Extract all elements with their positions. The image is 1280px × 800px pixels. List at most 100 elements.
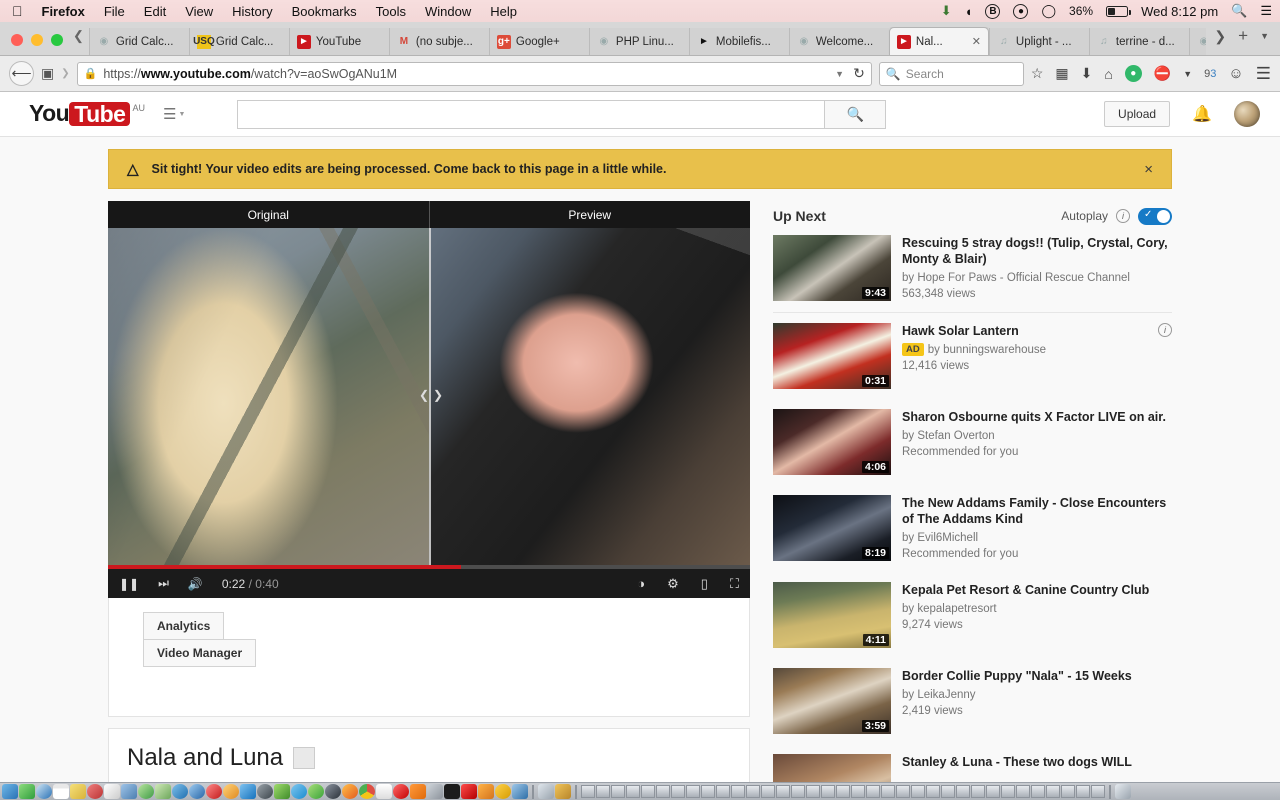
video-thumbnail[interactable]: 3:59	[773, 668, 891, 735]
drag-handle-right-icon[interactable]: ❯	[433, 388, 443, 402]
dock-icon-skype[interactable]	[206, 784, 222, 799]
dock-icon-chrome[interactable]	[359, 784, 375, 799]
minimized-window[interactable]	[896, 785, 910, 798]
minimized-window[interactable]	[806, 785, 820, 798]
minimized-window[interactable]	[926, 785, 940, 798]
list-item[interactable]: Stanley & Luna - These two dogs WILL	[773, 744, 1172, 782]
dock-icon-virtualbox[interactable]	[512, 784, 528, 799]
dock-icon-messages[interactable]	[223, 784, 239, 799]
hangouts-icon[interactable]: ●	[1013, 3, 1029, 19]
browser-tab[interactable]: ► Mobilefis...	[688, 28, 789, 55]
video-channel[interactable]: by Hope For Paws - Official Rescue Chann…	[902, 270, 1172, 286]
video-manager-button[interactable]: Video Manager	[143, 639, 257, 667]
autoplay-control[interactable]: Autoplay i ✓	[1061, 207, 1172, 225]
dock-icon-maps[interactable]	[155, 784, 171, 799]
dock-icon-documents-stack[interactable]	[555, 784, 571, 799]
dock-icon-safari[interactable]	[36, 784, 52, 799]
video-title[interactable]: The New Addams Family - Close Encounters…	[902, 495, 1172, 527]
minimized-window[interactable]	[791, 785, 805, 798]
minimized-window[interactable]	[956, 785, 970, 798]
bitcoin-icon[interactable]: B	[985, 3, 1001, 19]
list-item[interactable]: 4:06 Sharon Osbourne quits X Factor LIVE…	[773, 399, 1172, 485]
video-title[interactable]: Kepala Pet Resort & Canine Country Club	[902, 582, 1172, 598]
dock-icon-spotify[interactable]	[308, 784, 324, 799]
menu-bookmarks[interactable]: Bookmarks	[292, 4, 357, 19]
list-item[interactable]: 3:59 Border Collie Puppy "Nala" - 15 Wee…	[773, 658, 1172, 744]
macos-dock[interactable]	[0, 782, 1280, 800]
minimized-window[interactable]	[716, 785, 730, 798]
back-button[interactable]: ⟵	[9, 61, 34, 86]
menu-file[interactable]: File	[104, 4, 125, 19]
close-icon[interactable]: ×	[1144, 161, 1153, 178]
dock-icon-terminal[interactable]	[444, 784, 460, 799]
edit-title-box[interactable]	[293, 747, 316, 769]
volume-icon[interactable]: 🔊	[188, 577, 203, 591]
ad-info-icon[interactable]: i	[1158, 323, 1172, 338]
dock-icon-photos[interactable]	[87, 784, 103, 799]
extension-green-icon[interactable]: ●	[1124, 65, 1142, 82]
close-window-button[interactable]	[11, 34, 23, 46]
browser-tab[interactable]: ♫ Uplight - ...	[988, 28, 1089, 55]
dock-icon-reminders[interactable]	[104, 784, 120, 799]
browser-tab[interactable]: M (no subje...	[388, 28, 489, 55]
video-title[interactable]: Rescuing 5 stray dogs!! (Tulip, Crystal,…	[902, 235, 1172, 267]
video-channel[interactable]: by Evil6Michell	[902, 530, 1172, 546]
menu-tools[interactable]: Tools	[376, 4, 406, 19]
video-channel[interactable]: by LeikaJenny	[902, 687, 1172, 703]
dock-icon-filezilla[interactable]	[461, 784, 477, 799]
browser-tab[interactable]: ◉	[1188, 28, 1207, 55]
video-title[interactable]: Border Collie Puppy "Nala" - 15 Weeks	[902, 668, 1172, 684]
dock-icon-trash[interactable]	[1115, 784, 1131, 799]
minimized-window[interactable]	[776, 785, 790, 798]
minimized-window[interactable]	[701, 785, 715, 798]
video-thumbnail[interactable]: 8:19	[773, 495, 891, 562]
minimized-window[interactable]	[1046, 785, 1060, 798]
sidebar-icon[interactable]: ▦	[1055, 65, 1068, 82]
reader-view-icon[interactable]: ▣	[41, 65, 54, 82]
video-title[interactable]: Stanley & Luna - These two dogs WILL	[902, 754, 1172, 770]
minimize-window-button[interactable]	[31, 34, 43, 46]
minimized-window[interactable]	[686, 785, 700, 798]
upload-button[interactable]: Upload	[1104, 101, 1171, 127]
menu-help[interactable]: Help	[490, 4, 517, 19]
airplay-icon[interactable]: ◖	[965, 4, 973, 19]
dock-icon-evernote[interactable]	[274, 784, 290, 799]
browser-tab[interactable]: g+ Google+	[488, 28, 589, 55]
video-player[interactable]: Original Preview ❮ ❯ ❚❚ ⏭ 🔊 0:22 / 0:40 …	[108, 201, 750, 598]
minimized-window[interactable]	[836, 785, 850, 798]
dock-icon-appstore[interactable]	[172, 784, 188, 799]
reload-icon[interactable]: ↻	[853, 65, 865, 82]
minimized-window[interactable]	[761, 785, 775, 798]
minimized-window[interactable]	[911, 785, 925, 798]
browser-tab[interactable]: USQ Grid Calc...	[188, 28, 289, 55]
extension-dropdown-icon[interactable]: ▼	[1183, 69, 1192, 79]
info-icon[interactable]: i	[1116, 209, 1130, 223]
minimized-window[interactable]	[611, 785, 625, 798]
menu-firefox[interactable]: Firefox	[42, 4, 85, 19]
video-title[interactable]: Hawk Solar Lantern	[902, 323, 1019, 339]
video-thumbnail[interactable]	[773, 754, 891, 782]
hamburger-menu-icon[interactable]: ☰	[1256, 64, 1271, 84]
video-thumbnail[interactable]: 9:43	[773, 235, 891, 301]
video-thumbnail[interactable]: 4:06	[773, 409, 891, 476]
browser-tab[interactable]: ♫ terrine - d...	[1088, 28, 1189, 55]
notifications-bell-icon[interactable]: 🔔	[1192, 104, 1212, 124]
spotlight-search-icon[interactable]: 🔍	[1231, 3, 1247, 19]
minimized-window[interactable]	[626, 785, 640, 798]
dock-icon-twitter[interactable]	[291, 784, 307, 799]
guide-menu-button[interactable]: ☰ ▼	[163, 105, 185, 123]
smiley-feedback-icon[interactable]: ☺	[1228, 65, 1243, 82]
minimized-window[interactable]	[581, 785, 595, 798]
browser-tab[interactable]: ► YouTube	[288, 28, 389, 55]
minimized-window[interactable]	[1031, 785, 1045, 798]
video-frames[interactable]: ❮ ❯	[108, 228, 750, 565]
menu-history[interactable]: History	[232, 4, 272, 19]
minimized-window[interactable]	[941, 785, 955, 798]
list-item-ad[interactable]: 0:31 Hawk Solar Lantern i AD by bunningsw…	[773, 313, 1172, 399]
address-bar[interactable]: 🔒 https://www.youtube.com/watch?v=aoSwOg…	[76, 61, 872, 86]
dock-icon-utilities[interactable]	[427, 784, 443, 799]
minimized-window[interactable]	[1091, 785, 1105, 798]
dock-icon-calendar[interactable]	[53, 784, 69, 799]
downloads-icon[interactable]: ⬇	[1081, 65, 1093, 82]
zoom-window-button[interactable]	[51, 34, 63, 46]
